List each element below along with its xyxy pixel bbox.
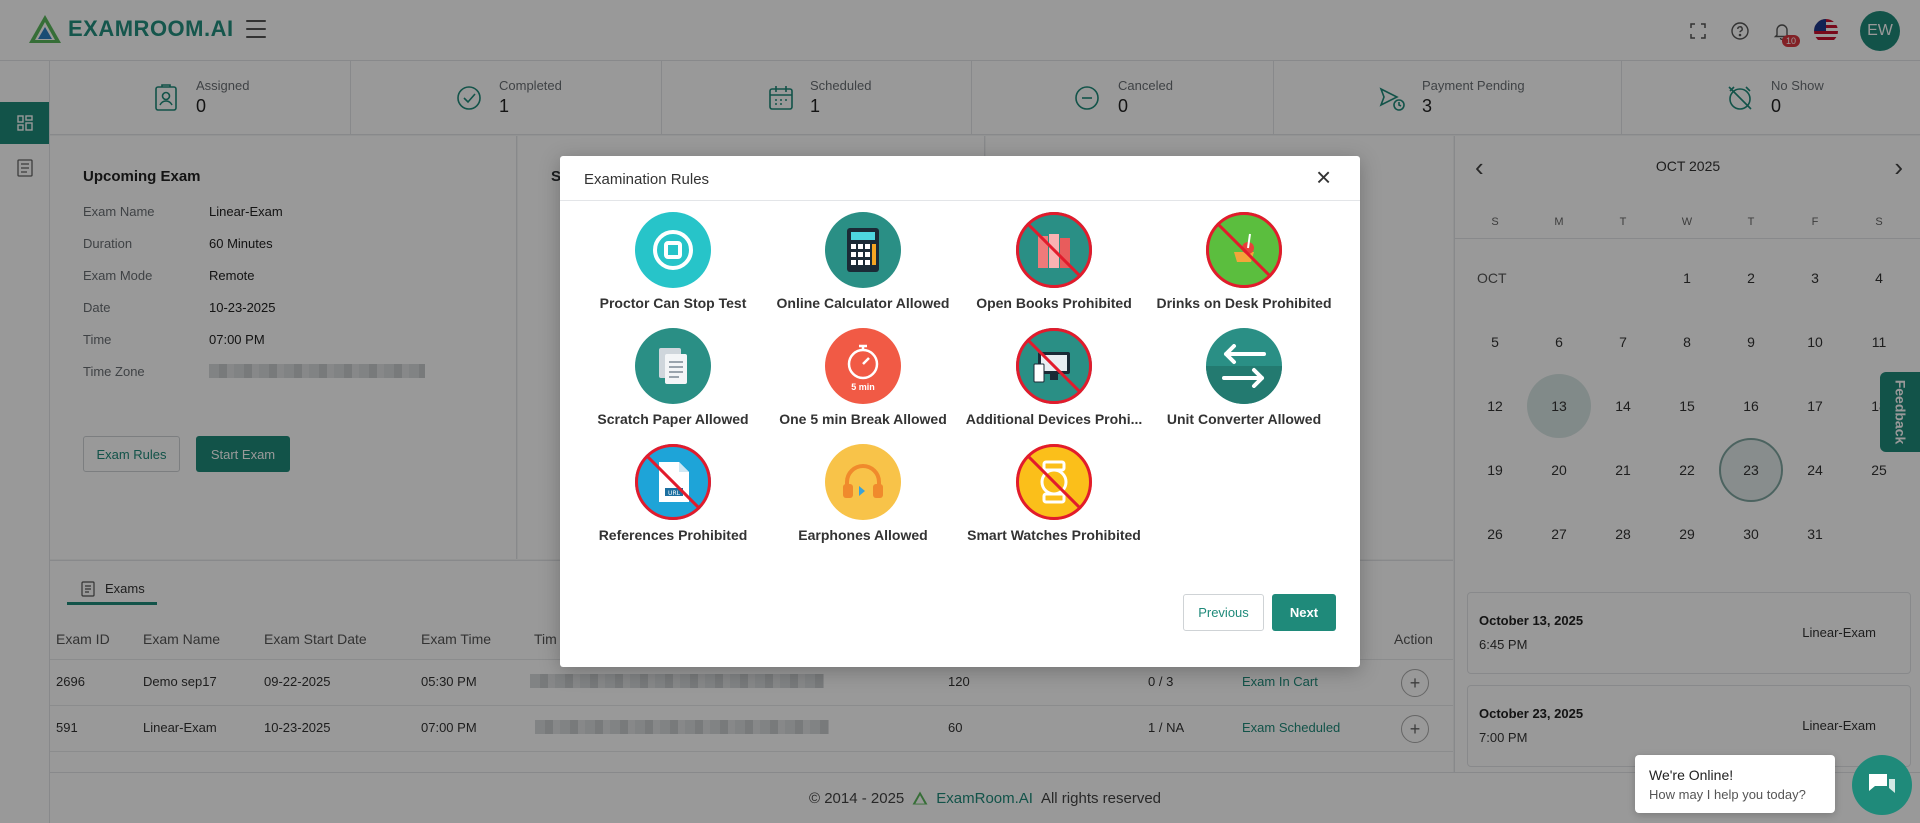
rule-label: Scratch Paper Allowed <box>597 411 749 427</box>
rule-item: Proctor Can Stop Test <box>578 212 768 311</box>
rule-item: Earphones Allowed <box>768 444 958 543</box>
rule-item: Drinks on Desk Prohibited <box>1149 212 1339 311</box>
drink-icon <box>1206 212 1282 288</box>
chat-bubble-icon[interactable] <box>1852 755 1912 815</box>
rule-label: Drinks on Desk Prohibited <box>1156 295 1332 311</box>
rule-item: 5 min One 5 min Break Allowed <box>768 328 958 427</box>
rule-label: Unit Converter Allowed <box>1166 411 1322 427</box>
rule-label: Proctor Can Stop Test <box>599 295 747 311</box>
rule-item: URL References Prohibited <box>578 444 768 543</box>
rule-label: Online Calculator Allowed <box>776 295 950 311</box>
chat-line2: How may I help you today? <box>1649 787 1806 802</box>
rule-label: Smart Watches Prohibited <box>967 527 1141 543</box>
rule-item: Unit Converter Allowed <box>1149 328 1339 427</box>
smartwatch-icon <box>1016 444 1092 520</box>
rule-item: Open Books Prohibited <box>959 212 1149 311</box>
next-button[interactable]: Next <box>1272 594 1336 631</box>
rule-label: References Prohibited <box>598 527 748 543</box>
rule-item: Smart Watches Prohibited <box>959 444 1149 543</box>
chat-prompt[interactable]: We're Online! How may I help you today? <box>1635 755 1835 813</box>
document-icon: URL <box>635 444 711 520</box>
examination-rules-modal: Examination Rules × Proctor Can Stop Tes… <box>560 156 1360 667</box>
svg-text:URL: URL <box>668 490 681 497</box>
rule-label: One 5 min Break Allowed <box>779 411 947 427</box>
devices-icon <box>1016 328 1092 404</box>
break-duration-badge: 5 min <box>851 382 875 392</box>
calculator-icon <box>825 212 901 288</box>
converter-icon <box>1206 328 1282 404</box>
rule-label: Earphones Allowed <box>798 527 928 543</box>
modal-header: Examination Rules × <box>560 156 1360 201</box>
books-icon <box>1016 212 1092 288</box>
earphones-icon <box>825 444 901 520</box>
modal-title: Examination Rules <box>584 171 710 188</box>
close-icon[interactable]: × <box>1316 164 1336 190</box>
rule-item: Scratch Paper Allowed <box>578 328 768 427</box>
stop-icon <box>635 212 711 288</box>
rule-item: Additional Devices Prohi... <box>959 328 1149 427</box>
rule-label: Open Books Prohibited <box>976 295 1132 311</box>
paper-icon <box>635 328 711 404</box>
rule-item: Online Calculator Allowed <box>768 212 958 311</box>
rule-label: Additional Devices Prohi... <box>965 411 1143 427</box>
chat-line1: We're Online! <box>1649 767 1734 783</box>
stopwatch-icon: 5 min <box>825 328 901 404</box>
previous-button[interactable]: Previous <box>1183 594 1264 631</box>
